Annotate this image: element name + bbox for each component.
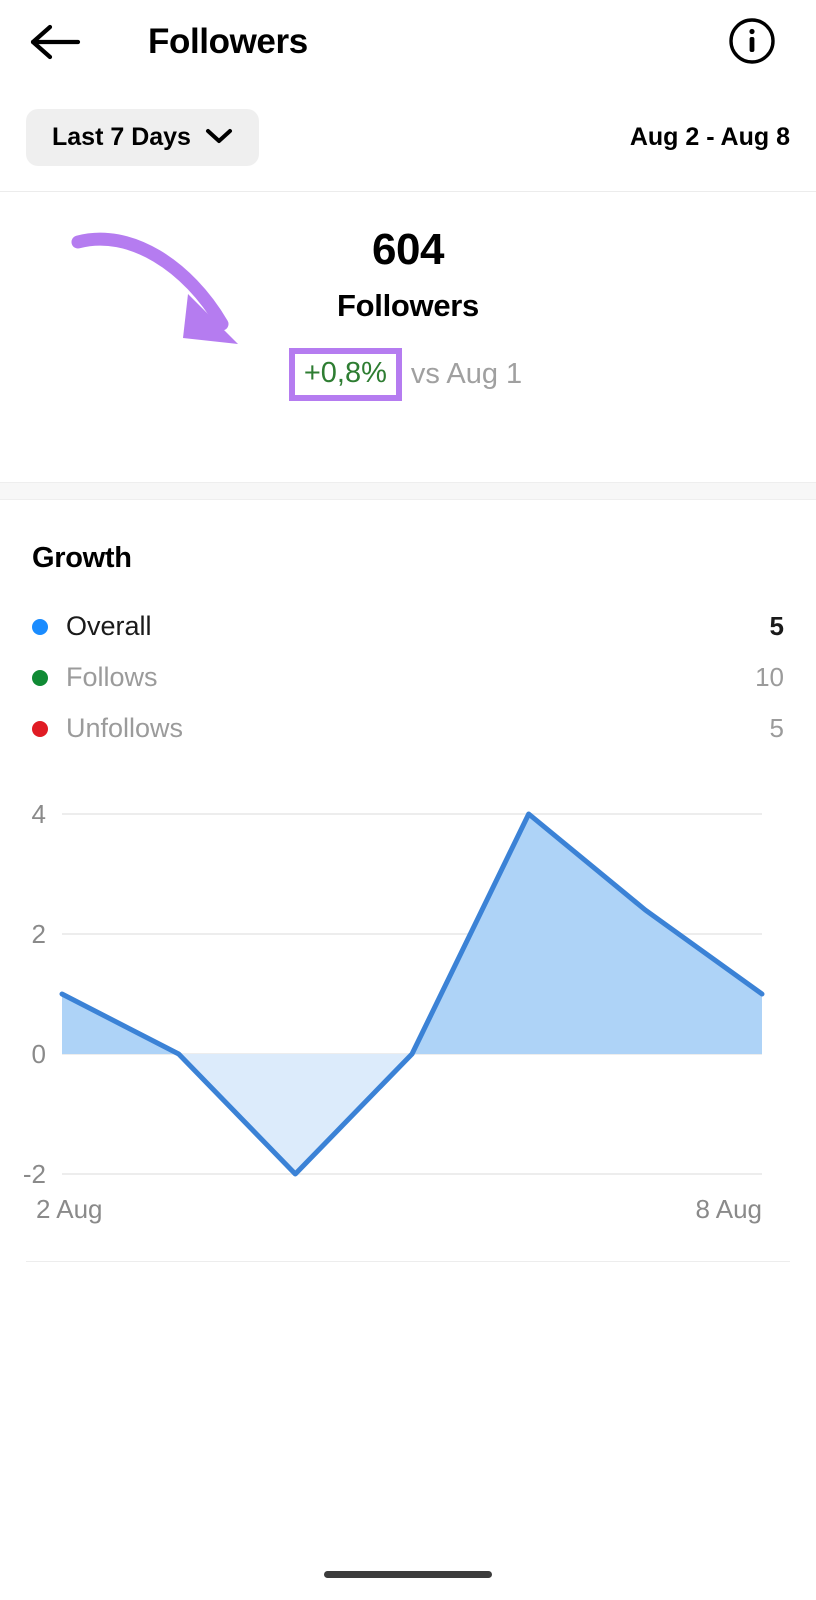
summary-card: 604 Followers +0,8% vs Aug 1 [0, 192, 816, 482]
legend-item-unfollows[interactable]: Unfollows 5 [32, 703, 784, 754]
chart-plot-area [62, 814, 762, 1174]
arrow-left-icon [28, 23, 82, 61]
legend-item-overall[interactable]: Overall 5 [32, 601, 784, 652]
delta-percent-highlighted: +0,8% [294, 353, 397, 396]
page-title: Followers [148, 22, 308, 62]
legend-value-overall: 5 [770, 611, 784, 642]
home-indicator [324, 1571, 492, 1578]
svg-text:0: 0 [32, 1039, 46, 1069]
legend-label-overall: Overall [66, 611, 152, 642]
section-divider [0, 482, 816, 500]
growth-section: Growth Overall 5 Follows 10 Unfollows 5 [0, 500, 816, 754]
svg-text:8 Aug: 8 Aug [695, 1194, 762, 1224]
chart-x-axis-labels: 2 Aug 8 Aug [36, 1194, 762, 1224]
legend-item-follows[interactable]: Follows 10 [32, 652, 784, 703]
chart-bottom-divider [26, 1261, 790, 1262]
follower-count: 604 [0, 222, 816, 277]
growth-title: Growth [32, 542, 784, 575]
legend-value-follows: 10 [755, 662, 784, 693]
followers-insights-screen: Followers Last 7 Days Aug 2 - Aug 8 [0, 0, 816, 1600]
legend-value-unfollows: 5 [770, 713, 784, 744]
info-circle-icon [727, 16, 777, 69]
legend-label-follows: Follows [66, 662, 158, 693]
legend-dot-overall [32, 619, 48, 635]
growth-chart-svg: 4 2 0 -2 2 Aug 8 Aug [0, 802, 790, 1252]
svg-text:2: 2 [32, 919, 46, 949]
legend-dot-follows [32, 670, 48, 686]
svg-text:4: 4 [32, 802, 46, 829]
date-range-selector[interactable]: Last 7 Days [26, 109, 259, 166]
delta-row: +0,8% vs Aug 1 [0, 353, 816, 396]
date-range-selector-label: Last 7 Days [52, 123, 191, 152]
growth-chart[interactable]: 4 2 0 -2 2 Aug 8 Aug [0, 802, 816, 1262]
app-bar: Followers [0, 0, 816, 84]
date-range-text: Aug 2 - Aug 8 [630, 123, 790, 152]
svg-text:2 Aug: 2 Aug [36, 1194, 103, 1224]
delta-comparison-label: vs Aug 1 [411, 358, 522, 391]
filter-row: Last 7 Days Aug 2 - Aug 8 [0, 84, 816, 192]
back-button[interactable] [28, 14, 84, 70]
legend-label-unfollows: Unfollows [66, 713, 183, 744]
svg-text:-2: -2 [23, 1159, 46, 1189]
legend-dot-unfollows [32, 721, 48, 737]
follower-count-label: Followers [0, 285, 816, 327]
info-button[interactable] [724, 14, 780, 70]
chart-y-axis-labels: 4 2 0 -2 [23, 802, 46, 1189]
chevron-down-icon [205, 127, 233, 148]
